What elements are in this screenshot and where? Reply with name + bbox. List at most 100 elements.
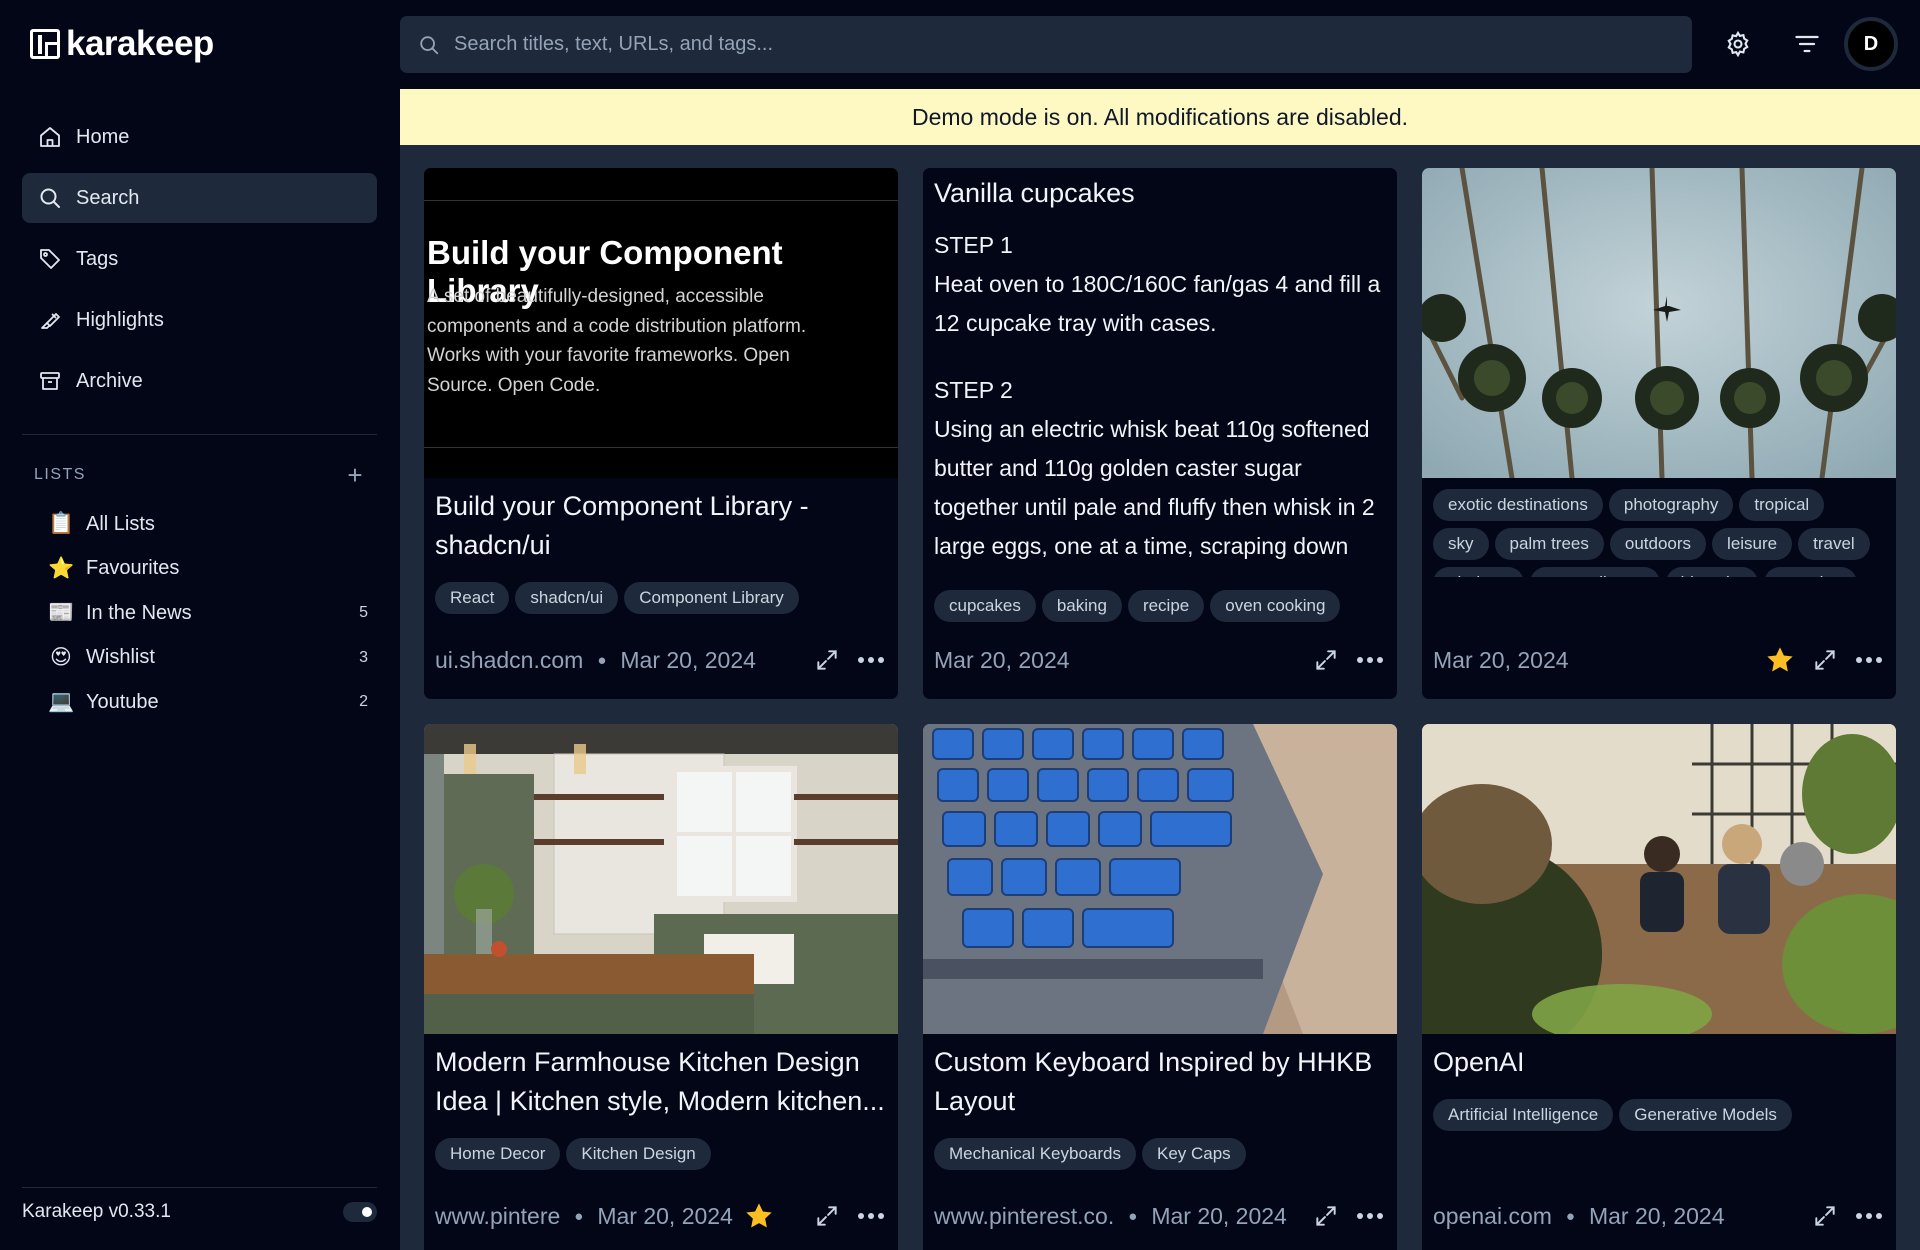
highlighter-icon [41, 313, 60, 329]
card-date: Mar 20, 2024 [1433, 646, 1569, 673]
card-preview: Build your Component Library A set of be… [424, 168, 898, 478]
more-options-icon[interactable] [858, 1213, 884, 1219]
step-label: STEP 2 [934, 377, 1013, 403]
tag[interactable]: Home Decor [435, 1138, 561, 1170]
tag-list: Mechanical Keyboards Key Caps [934, 1138, 1386, 1170]
card-title[interactable]: Vanilla cupcakes [934, 178, 1135, 209]
office-plants-photo[interactable] [1422, 724, 1896, 1034]
list-label: All Lists [86, 512, 155, 535]
card-footer: www.pintere ● Mar 20, 2024 [435, 1196, 884, 1236]
card-title[interactable]: OpenAI [1433, 1043, 1885, 1082]
kitchen-photo[interactable] [424, 724, 898, 1034]
tag[interactable]: Generative Models [1619, 1099, 1792, 1131]
list-label: Youtube [86, 690, 159, 713]
tag[interactable]: cupcakes [934, 590, 1036, 622]
tag[interactable]: outdoors [1609, 528, 1707, 560]
home-icon [40, 127, 60, 147]
tag[interactable]: Artificial Intelligence [1433, 1099, 1614, 1131]
tag[interactable]: Component Library [624, 582, 799, 614]
expand-icon[interactable] [1812, 1203, 1838, 1229]
tag[interactable]: recipe [1127, 590, 1205, 622]
card-title[interactable]: Custom Keyboard Inspired by HHKB Layout [934, 1043, 1386, 1121]
list-item-wishlist[interactable]: 😍 Wishlist 3 [48, 636, 368, 681]
card-source[interactable]: openai.com [1433, 1203, 1552, 1230]
sidebar-footer: Karakeep v0.33.1 [22, 1187, 377, 1237]
tag[interactable]: Mechanical Keyboards [934, 1138, 1136, 1170]
tag[interactable]: baking [1041, 590, 1122, 622]
step-text: Heat oven to 180C/160C fan/gas 4 and fil… [934, 271, 1381, 336]
filter-icon[interactable] [1793, 30, 1821, 58]
sidebar-divider [22, 434, 377, 435]
tag-list: React shadcn/ui Component Library [435, 582, 887, 614]
tag[interactable]: Kitchen Design [566, 1138, 711, 1170]
search-input[interactable] [454, 33, 1692, 56]
tag[interactable]: leisure [1712, 528, 1793, 560]
list-item-all-lists[interactable]: 📋 All Lists [48, 502, 368, 547]
tag[interactable]: sky [1433, 528, 1489, 560]
office-plants-illustration [1422, 724, 1896, 1034]
separator-dot: ● [1565, 1207, 1575, 1225]
tag[interactable]: photography [1608, 489, 1734, 521]
favourite-star-icon[interactable] [1764, 644, 1796, 676]
tag[interactable]: airplane [1433, 567, 1524, 577]
app-name: karakeep [66, 24, 214, 63]
nav-item-home[interactable]: Home [22, 112, 377, 162]
more-options-icon[interactable] [1856, 657, 1882, 663]
card-footer: www.pinterest.co. ● Mar 20, 2024 [934, 1196, 1383, 1236]
more-options-icon[interactable] [1856, 1213, 1882, 1219]
list-item-in-the-news[interactable]: 📰 In the News 5 [48, 591, 368, 636]
separator-dot: ● [1128, 1207, 1138, 1225]
card-title[interactable]: Modern Farmhouse Kitchen Design Idea | K… [435, 1043, 887, 1121]
theme-toggle[interactable] [343, 1202, 377, 1222]
bookmark-card[interactable]: Build your Component Library A set of be… [424, 168, 898, 699]
expand-icon[interactable] [1313, 647, 1339, 673]
bookmark-card[interactable]: OpenAI Artificial Intelligence Generativ… [1422, 724, 1896, 1250]
more-options-icon[interactable] [858, 657, 884, 663]
list-item-youtube[interactable]: 💻 Youtube 2 [48, 680, 368, 725]
nav-label: Search [76, 186, 140, 209]
bookmark-card[interactable]: Vanilla cupcakes STEP 1 Heat oven to 180… [923, 168, 1397, 699]
list-item-favourites[interactable]: ⭐ Favourites [48, 547, 368, 592]
bookmark-card[interactable]: Custom Keyboard Inspired by HHKB Layout … [923, 724, 1397, 1250]
tag[interactable]: exotic destinations [1433, 489, 1603, 521]
keyboard-photo[interactable] [923, 724, 1397, 1034]
search-bar[interactable] [400, 16, 1692, 73]
nav-item-archive[interactable]: Archive [22, 356, 377, 406]
preview-body: A set of beautifully-designed, accessibl… [427, 286, 807, 396]
favourite-star-icon[interactable] [743, 1200, 775, 1232]
nav-item-highlights[interactable]: Highlights [22, 295, 377, 345]
tag[interactable]: React [435, 582, 510, 614]
card-footer: Mar 20, 2024 [1433, 640, 1882, 680]
card-source[interactable]: ui.shadcn.com [435, 647, 583, 674]
tag[interactable]: Key Caps [1141, 1138, 1246, 1170]
expand-icon[interactable] [814, 647, 840, 673]
tag[interactable]: palm trees [1494, 528, 1604, 560]
tag[interactable]: oven cooking [1210, 590, 1341, 622]
card-title[interactable]: Build your Component Library - shadcn/ui [435, 487, 887, 565]
app-logo[interactable]: karakeep [30, 24, 214, 64]
nav-item-tags[interactable]: Tags [22, 234, 377, 284]
user-avatar[interactable]: D [1844, 17, 1898, 71]
expand-icon[interactable] [814, 1203, 840, 1229]
card-date: Mar 20, 2024 [1151, 1202, 1287, 1229]
add-list-icon[interactable]: + [347, 462, 364, 488]
expand-icon[interactable] [1313, 1203, 1339, 1229]
tag[interactable]: shadcn/ui [515, 582, 619, 614]
settings-gear-icon[interactable] [1724, 30, 1752, 58]
tag[interactable]: warm climate [1529, 567, 1660, 577]
more-options-icon[interactable] [1357, 657, 1383, 663]
bookmark-card[interactable]: exotic destinations photography tropical… [1422, 168, 1896, 699]
tag[interactable]: blue sky [1665, 567, 1758, 577]
tag[interactable]: tropical [1739, 489, 1825, 521]
nav-item-search[interactable]: Search [22, 173, 377, 223]
palm-trees-photo[interactable] [1422, 168, 1896, 478]
tag[interactable]: travel [1798, 528, 1870, 560]
expand-icon[interactable] [1812, 647, 1838, 673]
list-count: 3 [359, 648, 368, 666]
tag[interactable]: vacation [1764, 567, 1858, 577]
more-options-icon[interactable] [1357, 1213, 1383, 1219]
bookmark-card[interactable]: Modern Farmhouse Kitchen Design Idea | K… [424, 724, 898, 1250]
card-source[interactable]: www.pintere [435, 1203, 560, 1230]
card-source[interactable]: www.pinterest.co. [934, 1203, 1114, 1230]
sidebar: karakeep Home Search Tags Highlights Arc… [0, 0, 400, 1250]
